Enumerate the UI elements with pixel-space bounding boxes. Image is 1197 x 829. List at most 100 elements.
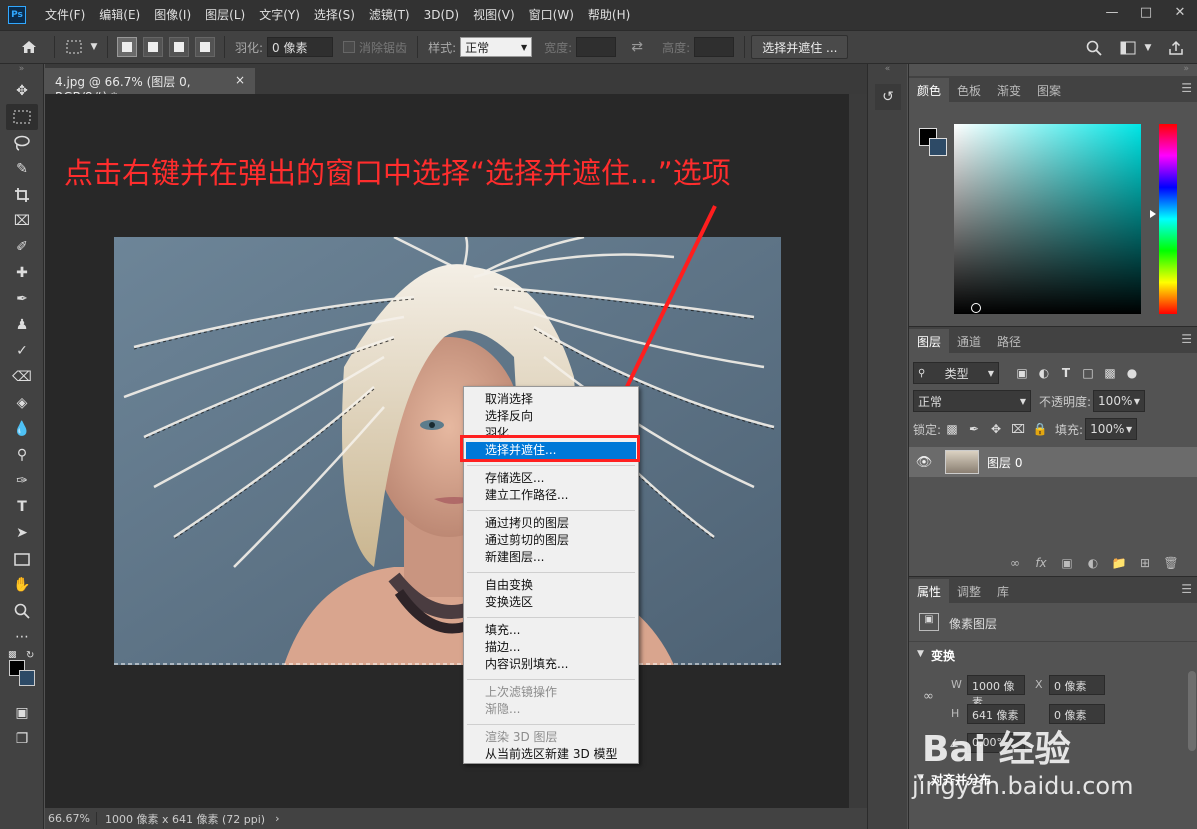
tab-color[interactable]: 颜色: [909, 78, 950, 102]
maximize-icon[interactable]: □: [1129, 0, 1163, 24]
filter-smart-object-icon[interactable]: ▩: [1101, 366, 1119, 380]
move-tool-icon[interactable]: ✥: [6, 78, 38, 104]
menu-item-layer[interactable]: 图层(L): [198, 0, 252, 30]
lock-position-icon[interactable]: ✥: [987, 422, 1005, 436]
chevron-down-icon[interactable]: ▼: [917, 773, 924, 783]
width-input[interactable]: [576, 37, 617, 57]
crop-tool-icon[interactable]: [6, 182, 38, 208]
tab-paths[interactable]: 路径: [989, 329, 1029, 353]
menu-item-window[interactable]: 窗口(W): [522, 0, 581, 30]
tab-patterns[interactable]: 图案: [1029, 78, 1069, 102]
height-field[interactable]: 641 像素: [967, 704, 1025, 724]
link-layers-icon[interactable]: ∞: [1002, 556, 1028, 570]
frame-tool-icon[interactable]: ⌧: [6, 208, 38, 234]
layer-filter-select[interactable]: ⚲ 类型 ▼: [913, 362, 999, 384]
panel-collapse-icon[interactable]: »: [0, 64, 43, 78]
select-and-mask-button[interactable]: 选择并遮住 ...: [751, 35, 849, 59]
menu-item-fill[interactable]: 填充...: [464, 622, 638, 639]
menu-item-make-work-path[interactable]: 建立工作路径...: [464, 487, 638, 504]
blur-tool-icon[interactable]: 💧: [6, 416, 38, 442]
layer-style-fx-icon[interactable]: fx: [1028, 556, 1054, 570]
swap-icon[interactable]: ⇄: [626, 36, 648, 58]
lock-all-icon[interactable]: 🔒: [1031, 422, 1049, 436]
filter-pixel-icon[interactable]: ▣: [1013, 366, 1031, 380]
zoom-level[interactable]: 66.67%: [45, 812, 97, 825]
tab-gradients[interactable]: 渐变: [989, 78, 1029, 102]
lock-image-icon[interactable]: ✒: [965, 422, 983, 436]
rectangular-marquee-tool-icon[interactable]: [6, 104, 38, 130]
height-input[interactable]: [694, 37, 735, 57]
vertical-scrollbar[interactable]: [849, 94, 867, 808]
hue-slider-handle[interactable]: [1150, 210, 1156, 218]
minimize-icon[interactable]: —: [1095, 0, 1129, 24]
menu-item-free-transform[interactable]: 自由变换: [464, 577, 638, 594]
workspace-icon[interactable]: [1117, 37, 1139, 59]
menu-item-file[interactable]: 文件(F): [38, 0, 92, 30]
menu-item-new-3d-model[interactable]: 从当前选区新建 3D 模型: [464, 746, 638, 763]
screen-mode-icon[interactable]: ❐: [6, 726, 38, 752]
paint-bucket-tool-icon[interactable]: ◈: [6, 390, 38, 416]
filter-type-icon[interactable]: T: [1057, 366, 1075, 380]
search-icon[interactable]: [1083, 37, 1105, 59]
quick-mask-icon[interactable]: ▣: [6, 700, 38, 726]
panel-menu-icon[interactable]: ☰: [1181, 582, 1192, 596]
fill-input[interactable]: 100% ▼: [1085, 418, 1138, 440]
color-picker-cursor[interactable]: [971, 303, 981, 313]
delete-layer-icon[interactable]: 🗑: [1158, 556, 1184, 570]
dodge-tool-icon[interactable]: ⚲: [6, 442, 38, 468]
menu-item-transform-selection[interactable]: 变换选区: [464, 594, 638, 611]
new-layer-icon[interactable]: ⊞: [1132, 556, 1158, 570]
eyedropper-tool-icon[interactable]: ✐: [6, 234, 38, 260]
zoom-tool-icon[interactable]: [6, 598, 38, 624]
eraser-tool-icon[interactable]: ⌫: [6, 364, 38, 390]
tab-libraries[interactable]: 库: [989, 579, 1017, 603]
layer-name[interactable]: 图层 0: [987, 454, 1022, 471]
menu-item-edit[interactable]: 编辑(E): [92, 0, 147, 30]
antialias-checkbox[interactable]: [343, 41, 356, 53]
lock-artboard-icon[interactable]: ⌧: [1009, 422, 1027, 436]
close-icon[interactable]: ×: [235, 73, 245, 89]
lock-transparent-icon[interactable]: ▩: [943, 422, 961, 436]
x-field[interactable]: 0 像素: [1049, 675, 1105, 695]
home-icon[interactable]: [18, 36, 40, 58]
status-menu-arrow-icon[interactable]: ›: [275, 812, 279, 825]
more-tools-icon[interactable]: ⋯: [6, 624, 38, 650]
hand-tool-icon[interactable]: ✋: [6, 572, 38, 598]
marquee-preset-icon[interactable]: [63, 36, 85, 58]
panel-collapse-icon[interactable]: »: [1183, 64, 1189, 76]
background-color-swatch[interactable]: [19, 670, 35, 686]
color-swatches[interactable]: ▩ ↻: [0, 650, 44, 694]
tab-properties[interactable]: 属性: [909, 579, 950, 603]
menu-item-save-selection[interactable]: 存储选区...: [464, 470, 638, 487]
new-selection-icon[interactable]: [117, 37, 137, 57]
menu-item-feather[interactable]: 羽化...: [464, 425, 638, 442]
menu-item-select-and-mask[interactable]: 选择并遮住...: [466, 442, 636, 459]
menu-item-filter[interactable]: 滤镜(T): [362, 0, 417, 30]
chevron-down-icon[interactable]: ▼: [917, 649, 924, 659]
angle-field[interactable]: 0.00°: [967, 733, 1025, 753]
history-brush-tool-icon[interactable]: ✓: [6, 338, 38, 364]
blend-mode-select[interactable]: 正常 ▼: [913, 390, 1031, 412]
menu-item-stroke[interactable]: 描边...: [464, 639, 638, 656]
default-colors-icon[interactable]: ▩: [8, 650, 17, 660]
panel-collapse-icon[interactable]: «: [868, 64, 907, 78]
filter-adjustment-icon[interactable]: ◐: [1035, 366, 1053, 380]
subtract-selection-icon[interactable]: [169, 37, 189, 57]
menu-item-layer-via-cut[interactable]: 通过剪切的图层: [464, 532, 638, 549]
visibility-eye-icon[interactable]: 👁: [909, 455, 939, 470]
adjustment-layer-icon[interactable]: ◐: [1080, 556, 1106, 570]
menu-item-select-inverse[interactable]: 选择反向: [464, 408, 638, 425]
filter-shape-icon[interactable]: □: [1079, 366, 1097, 380]
menu-item-image[interactable]: 图像(I): [147, 0, 198, 30]
add-selection-icon[interactable]: [143, 37, 163, 57]
menu-item-new-layer[interactable]: 新建图层...: [464, 549, 638, 566]
style-select[interactable]: 正常 ▼: [460, 37, 533, 57]
chevron-down-icon[interactable]: ▼: [1143, 37, 1153, 59]
tab-swatches[interactable]: 色板: [949, 78, 989, 102]
menu-item-type[interactable]: 文字(Y): [252, 0, 307, 30]
tab-adjustments[interactable]: 调整: [949, 579, 989, 603]
menu-item-help[interactable]: 帮助(H): [581, 0, 637, 30]
link-dimensions-icon[interactable]: ∞: [923, 689, 934, 704]
background-color-swatch[interactable]: [929, 138, 947, 156]
chevron-down-icon[interactable]: ▼: [89, 36, 99, 58]
